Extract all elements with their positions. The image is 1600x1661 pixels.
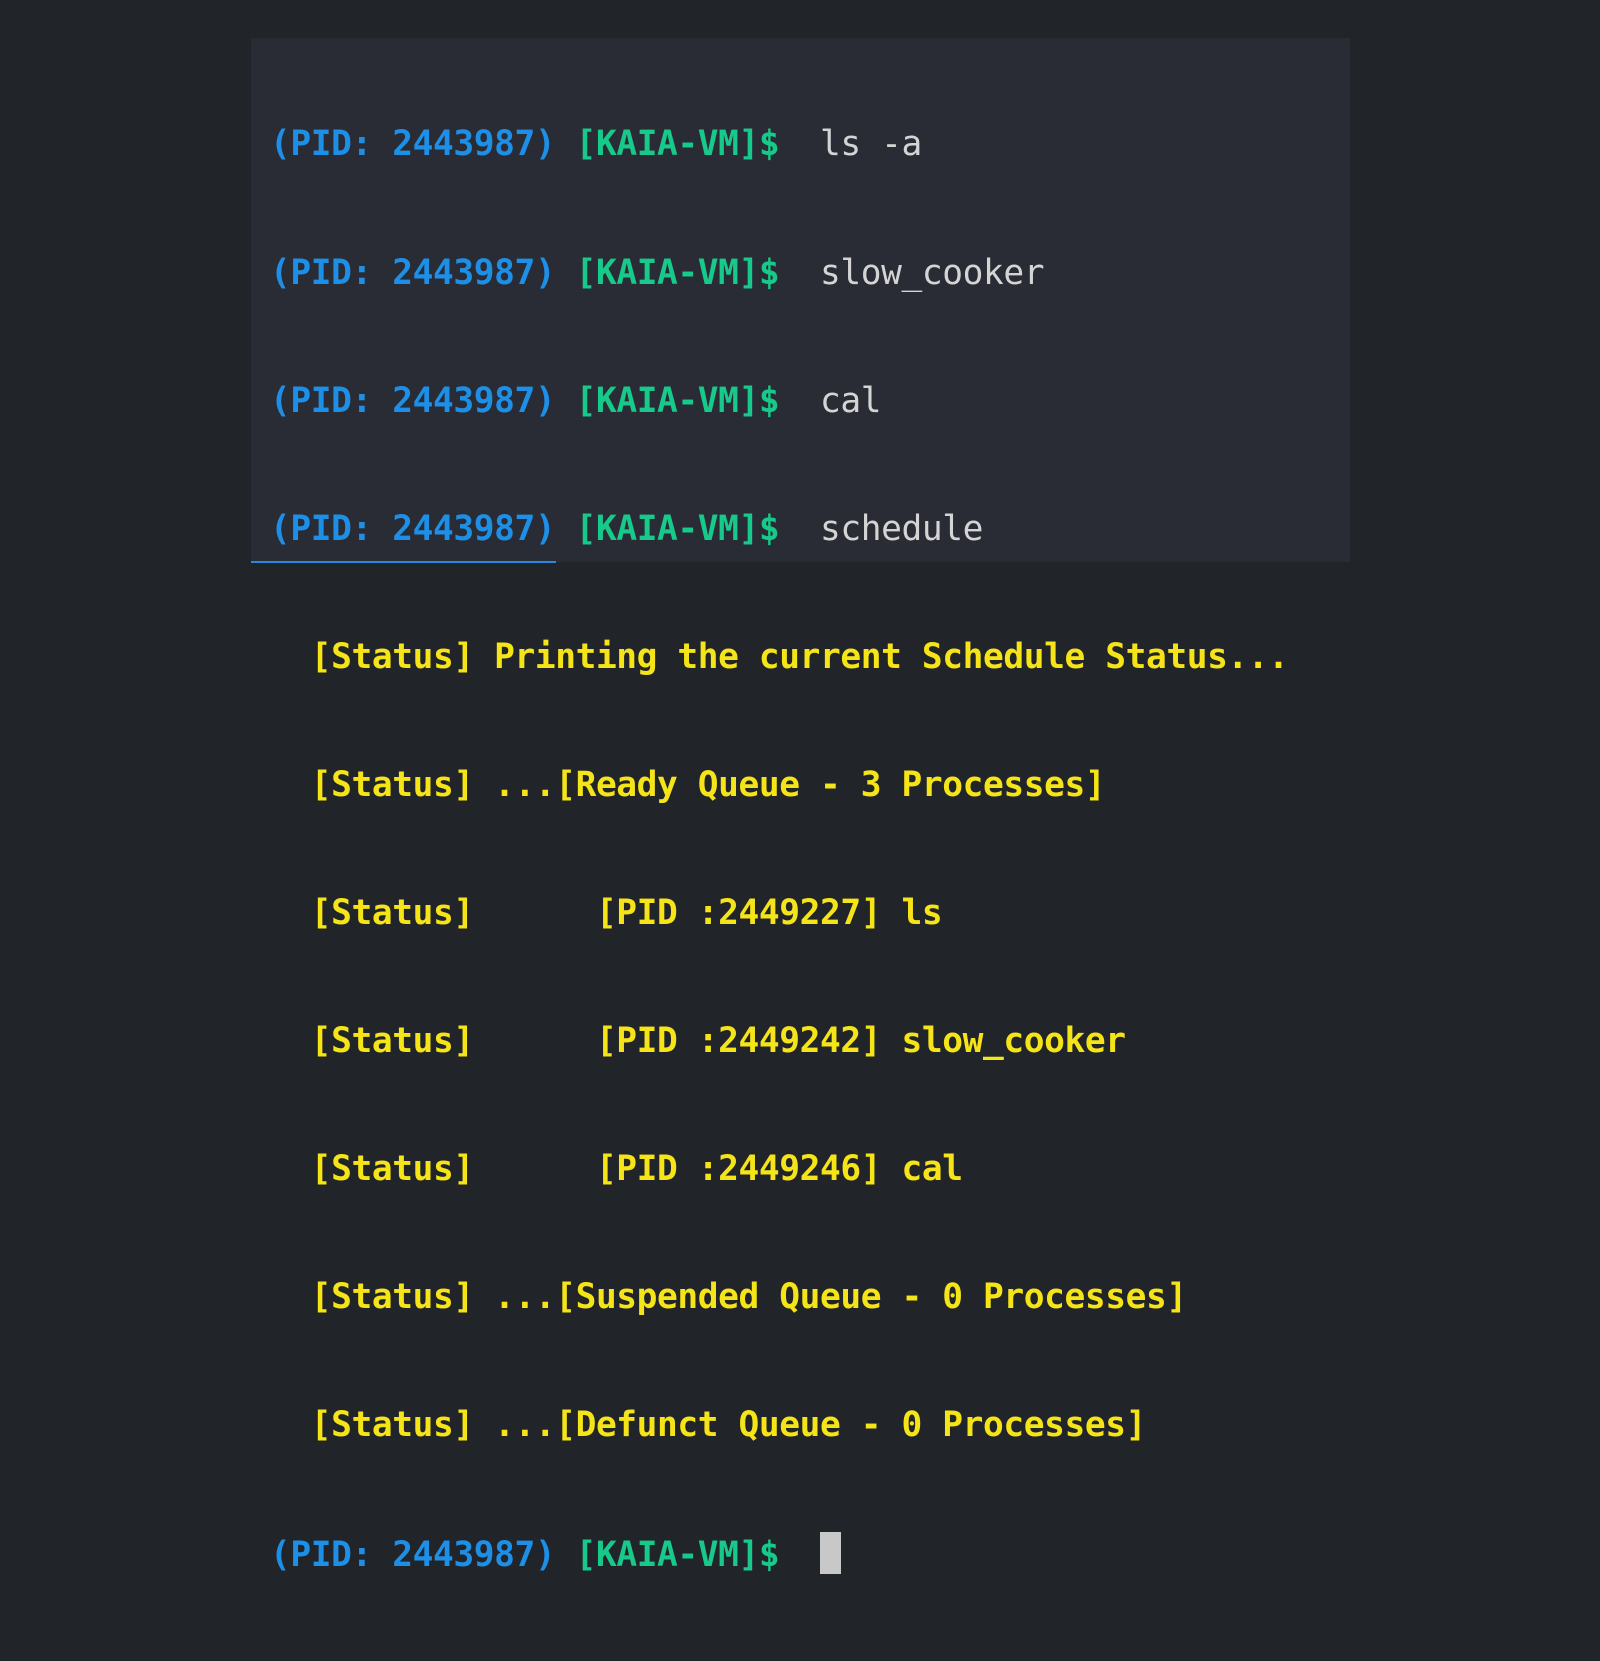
status-line: [Status] [PID :2449227] ls <box>270 892 1289 935</box>
prompt-pid: (PID: 2443987) <box>270 252 556 293</box>
prompt-host: [KAIA-VM]$ <box>575 380 780 421</box>
terminal-window[interactable]: (PID: 2443987) [KAIA-VM]$ ls -a (PID: 24… <box>251 38 1350 1575</box>
command-line: (PID: 2443987) [KAIA-VM]$ cal <box>270 380 1289 423</box>
status-text: [Status] [PID :2449227] ls <box>310 892 943 933</box>
active-tab-indicator <box>251 561 556 563</box>
command-text: cal <box>820 380 882 421</box>
text-cursor[interactable] <box>820 1532 842 1575</box>
prompt-pid: (PID: 2443987) <box>270 1535 556 1576</box>
command-text: slow_cooker <box>820 252 1045 293</box>
status-text: [Status] [PID :2449246] cal <box>310 1149 963 1190</box>
status-text: [Status] ...[Suspended Queue - 0 Process… <box>310 1277 1187 1318</box>
prompt-host: [KAIA-VM]$ <box>575 252 780 293</box>
command-text: ls -a <box>820 124 922 165</box>
prompt-host: [KAIA-VM]$ <box>575 124 780 165</box>
prompt-pid: (PID: 2443987) <box>270 380 556 421</box>
command-line: (PID: 2443987) [KAIA-VM]$ schedule <box>270 508 1289 551</box>
prompt-host: [KAIA-VM]$ <box>575 1535 780 1576</box>
terminal-output: (PID: 2443987) [KAIA-VM]$ ls -a (PID: 24… <box>270 38 1289 1661</box>
status-text: [Status] [PID :2449242] slow_cooker <box>310 1021 1126 1062</box>
prompt-pid: (PID: 2443987) <box>270 124 556 165</box>
prompt-host: [KAIA-VM]$ <box>575 508 780 549</box>
status-line: [Status] [PID :2449242] slow_cooker <box>270 1020 1289 1063</box>
command-text: schedule <box>820 508 984 549</box>
prompt-pid: (PID: 2443987) <box>270 508 556 549</box>
status-line: [Status] ...[Ready Queue - 3 Processes] <box>270 764 1289 807</box>
status-line: [Status] ...[Suspended Queue - 0 Process… <box>270 1276 1289 1319</box>
command-line: (PID: 2443987) [KAIA-VM]$ slow_cooker <box>270 252 1289 295</box>
status-line: [Status] Printing the current Schedule S… <box>270 636 1289 679</box>
status-text: [Status] ...[Defunct Queue - 0 Processes… <box>310 1405 1147 1446</box>
status-line: [Status] ...[Defunct Queue - 0 Processes… <box>270 1404 1289 1447</box>
active-prompt-line[interactable]: (PID: 2443987) [KAIA-VM]$ <box>270 1532 1289 1575</box>
status-text: [Status] Printing the current Schedule S… <box>310 636 1289 677</box>
command-line: (PID: 2443987) [KAIA-VM]$ ls -a <box>270 123 1289 166</box>
status-text: [Status] ...[Ready Queue - 3 Processes] <box>310 764 1106 805</box>
status-line: [Status] [PID :2449246] cal <box>270 1148 1289 1191</box>
